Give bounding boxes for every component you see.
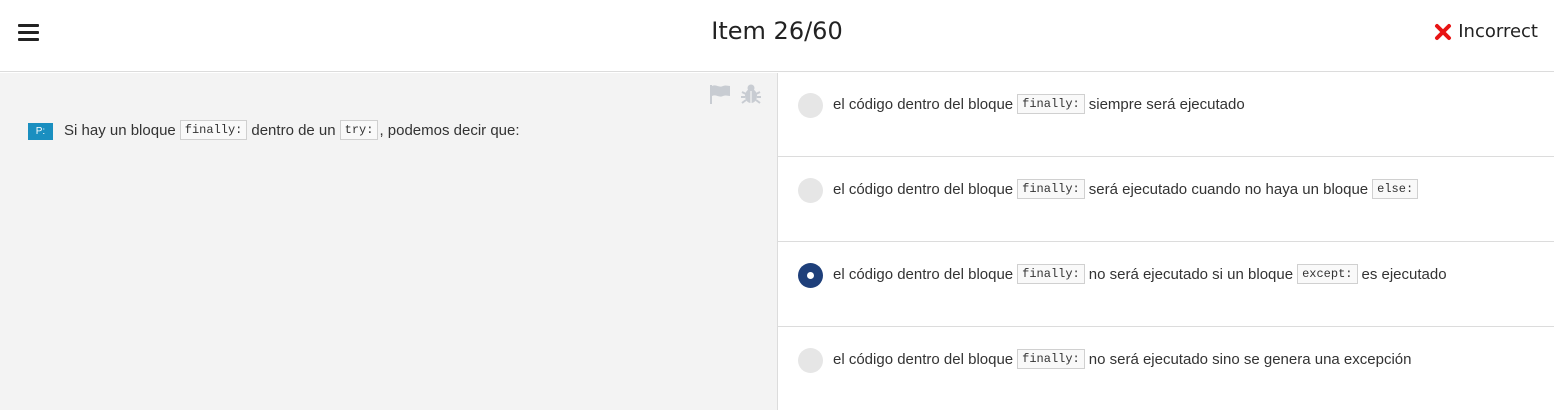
option-text-part: no será ejecutado sino se genera una exc… <box>1088 350 1412 368</box>
code-snippet: else: <box>1372 179 1419 199</box>
answer-option-selected[interactable]: el código dentro del bloque finally: no … <box>778 243 1554 327</box>
code-snippet: finally: <box>1017 94 1085 114</box>
radio-button[interactable] <box>798 178 823 203</box>
question-text-part: , podemos decir que: <box>379 121 520 139</box>
option-text-part: siempre será ejecutado <box>1088 95 1245 113</box>
option-text-part: el código dentro del bloque <box>833 350 1014 368</box>
question-text-part: dentro de un <box>251 121 336 139</box>
question-pane: P: Si hay un bloque finally: dentro de u… <box>0 73 777 410</box>
option-text: el código dentro del bloque finally: no … <box>833 264 1447 284</box>
option-text-part: no será ejecutado si un bloque <box>1088 265 1294 283</box>
answer-option[interactable]: el código dentro del bloque finally: no … <box>778 328 1554 412</box>
flag-icon[interactable] <box>709 84 731 104</box>
option-text-part: el código dentro del bloque <box>833 265 1014 283</box>
code-snippet: try: <box>339 120 379 140</box>
page-title: Item 26/60 <box>711 17 843 45</box>
x-mark-icon <box>1435 23 1452 40</box>
answer-option[interactable]: el código dentro del bloque finally: sie… <box>778 73 1554 157</box>
radio-button[interactable] <box>798 348 823 373</box>
radio-button-selected[interactable] <box>798 263 823 288</box>
question-text-part: Si hay un bloque <box>64 121 176 139</box>
bug-icon[interactable] <box>740 83 762 105</box>
option-text-part: será ejecutado cuando no haya un bloque <box>1088 180 1369 198</box>
code-snippet: except: <box>1297 264 1358 284</box>
question-badge: P: <box>28 123 53 140</box>
option-text-part: es ejecutado <box>1361 265 1447 283</box>
status-label: Incorrect <box>1458 21 1538 42</box>
result-status: Incorrect <box>1434 21 1538 42</box>
code-snippet: finally: <box>1017 264 1085 284</box>
header-bar: Item 26/60 Incorrect <box>0 0 1554 72</box>
code-snippet: finally: <box>1017 179 1085 199</box>
code-snippet: finally: <box>179 120 248 140</box>
option-text-part: el código dentro del bloque <box>833 180 1014 198</box>
option-text: el código dentro del bloque finally: no … <box>833 349 1411 369</box>
radio-button[interactable] <box>798 93 823 118</box>
option-text: el código dentro del bloque finally: ser… <box>833 179 1422 199</box>
question-text: Si hay un bloque finally: dentro de un t… <box>64 120 520 140</box>
answer-option[interactable]: el código dentro del bloque finally: ser… <box>778 158 1554 242</box>
option-text-part: el código dentro del bloque <box>833 95 1014 113</box>
answer-options-pane: el código dentro del bloque finally: sie… <box>777 73 1554 410</box>
option-text: el código dentro del bloque finally: sie… <box>833 94 1245 114</box>
code-snippet: finally: <box>1017 349 1085 369</box>
